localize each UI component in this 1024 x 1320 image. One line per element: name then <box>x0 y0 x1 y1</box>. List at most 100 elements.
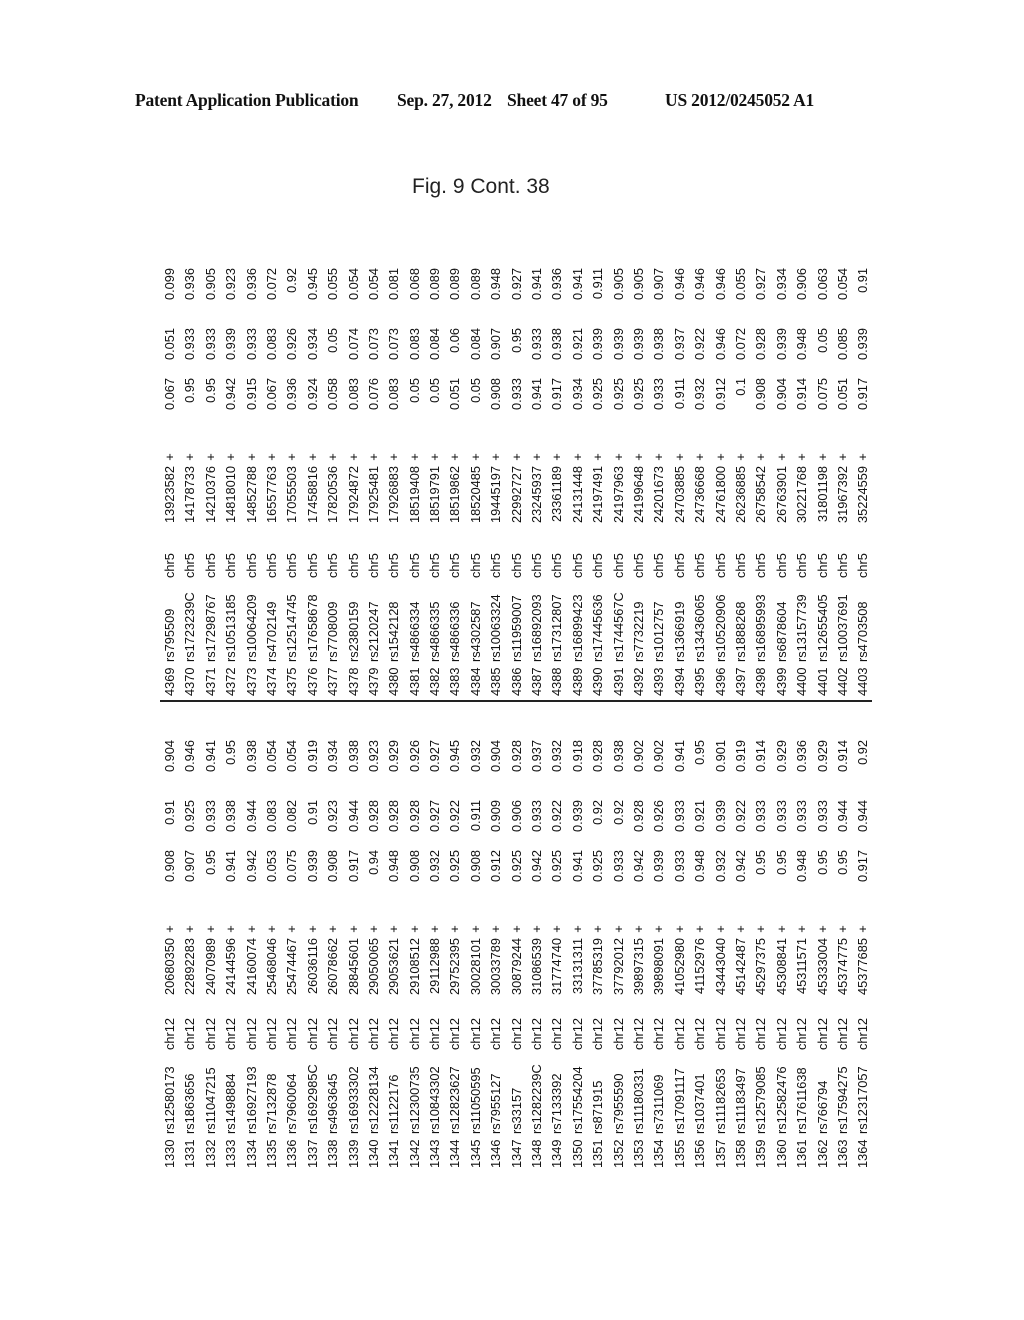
table-row: 4403 rs4703508 chr5 35224559 +0.917 0.939 0.91 <box>853 231 873 696</box>
value-1-cell: 0.933 <box>508 378 524 411</box>
strand-cell: + <box>834 453 850 461</box>
row-index-cell: 4395 <box>692 667 708 696</box>
value-3-cell: 0.099 <box>162 268 177 301</box>
strand-cell: + <box>569 925 585 933</box>
strand-cell: + <box>447 453 463 461</box>
strand-cell: + <box>651 453 667 461</box>
position-cell: 17820536 <box>325 466 341 523</box>
value-2-cell: 0.921 <box>569 328 585 361</box>
row-index-cell: 4393 <box>651 667 667 696</box>
table-row: 4390 rs17445636 chr5 24197491 +0.925 0.939 0.9… <box>588 231 608 696</box>
snp-id-cell: rs13436065 <box>692 594 708 662</box>
value-1-cell: 0.925 <box>590 378 606 411</box>
snp-id-cell: rs766794 <box>814 1080 830 1134</box>
table-row: 1341 rs1122176 chr12 29053621 +0.948 0.928 0.9… <box>384 703 404 1168</box>
chromosome-cell: chr12 <box>427 1017 443 1050</box>
strand-cell: + <box>345 925 361 933</box>
table-left-half: 1330 rs12580173 chr12 20680350 +0.908 0.91 0.9… <box>160 703 875 1168</box>
value-2-cell: 0.073 <box>365 328 381 361</box>
value-3-cell: 0.901 <box>712 740 728 773</box>
table-row: 4382 rs4866335 chr5 18519791 +0.05 0.084 0.089 <box>425 231 445 696</box>
snp-id-cell: rs1498884 <box>223 1073 239 1134</box>
position-cell: 20680350 <box>162 938 177 995</box>
strand-cell: + <box>773 453 789 461</box>
value-3-cell: 0.946 <box>712 268 728 301</box>
snp-id-cell: rs16927193 <box>243 1066 259 1134</box>
strand-cell: + <box>508 453 524 461</box>
chromosome-cell: chr12 <box>610 1017 626 1050</box>
table-row: 4381 rs4866334 chr5 18519408 +0.05 0.083 0.068 <box>405 231 425 696</box>
row-index-cell: 1332 <box>202 1139 218 1168</box>
value-2-cell: 0.91 <box>162 800 177 825</box>
value-1-cell: 0.908 <box>325 850 341 883</box>
snp-id-cell: rs795509 <box>162 608 177 662</box>
chromosome-cell: chr5 <box>488 553 504 578</box>
value-2-cell: 0.933 <box>202 328 218 361</box>
chromosome-cell: chr12 <box>671 1017 687 1050</box>
value-3-cell: 0.929 <box>386 740 402 773</box>
table-row: 4391 rs1744567C chr5 24197963 +0.925 0.939 0.9… <box>609 231 629 696</box>
snp-id-cell: rs4963645 <box>325 1073 341 1134</box>
position-cell: 24070989 <box>202 938 218 995</box>
table-row: 1354 rs7311069 chr12 39898091 +0.939 0.926 0.9… <box>649 703 669 1168</box>
value-3-cell: 0.946 <box>182 740 198 773</box>
table-row: 4389 rs16899423 chr5 24131448 +0.934 0.921 0.9… <box>568 231 588 696</box>
table-right-half: 4369 rs795509 chr5 13923582 +0.067 0.051 0.099… <box>160 231 875 696</box>
table-row: 4397 rs1888268 chr5 26236885 +0.1 0.072 0.055 <box>731 231 751 696</box>
value-3-cell: 0.063 <box>814 268 830 301</box>
position-cell: 26236885 <box>732 466 748 523</box>
value-1-cell: 0.917 <box>549 378 565 411</box>
value-3-cell: 0.934 <box>773 268 789 301</box>
value-1-cell: 0.075 <box>284 850 300 883</box>
table-row: 4395 rs13436065 chr5 24736668 +0.932 0.922 0.9… <box>690 231 710 696</box>
strand-cell: + <box>427 925 443 933</box>
value-2-cell: 0.926 <box>651 800 667 833</box>
snp-id-cell: rs1122176 <box>386 1074 402 1134</box>
row-index-cell: 1363 <box>834 1139 850 1168</box>
value-3-cell: 0.919 <box>732 740 748 773</box>
value-1-cell: 0.94 <box>365 850 381 875</box>
chromosome-cell: chr5 <box>671 553 687 578</box>
snp-id-cell: rs7960064 <box>284 1073 300 1134</box>
value-3-cell: 0.089 <box>467 268 483 301</box>
chromosome-cell: chr5 <box>263 553 279 578</box>
value-3-cell: 0.054 <box>284 740 300 773</box>
row-index-cell: 4399 <box>773 667 789 696</box>
value-3-cell: 0.906 <box>794 268 810 301</box>
position-cell: 14852788 <box>243 466 259 523</box>
row-index-cell: 4403 <box>855 667 871 696</box>
value-2-cell: 0.051 <box>162 328 177 361</box>
position-cell: 25474467 <box>284 938 300 995</box>
chromosome-cell: chr12 <box>794 1017 810 1050</box>
snp-id-cell: rs12823627 <box>447 1066 463 1134</box>
value-1-cell: 0.939 <box>304 850 320 883</box>
position-cell: 45377685 <box>855 938 871 995</box>
strand-cell: + <box>304 925 320 933</box>
chromosome-cell: chr5 <box>610 553 626 578</box>
snp-id-cell: rs12579085 <box>753 1066 769 1134</box>
value-2-cell: 0.933 <box>773 800 789 833</box>
strand-cell: + <box>508 925 524 933</box>
value-2-cell: 0.939 <box>590 328 606 361</box>
row-index-cell: 1352 <box>610 1139 626 1168</box>
value-1-cell: 0.939 <box>651 850 667 883</box>
position-cell: 24736668 <box>692 466 708 523</box>
table-row: 4375 rs12514745 chr5 17055503 +0.936 0.926 0.9… <box>282 231 302 696</box>
table-row: 1334 rs16927193 chr12 24160074 +0.942 0.944 0.… <box>242 703 262 1168</box>
value-3-cell: 0.055 <box>325 268 341 301</box>
table-row: 1357 rs11182653 chr12 43443040 +0.932 0.939 0.… <box>711 703 731 1168</box>
value-3-cell: 0.932 <box>549 740 565 773</box>
row-index-cell: 4387 <box>529 667 545 696</box>
value-3-cell: 0.904 <box>488 740 504 773</box>
value-1-cell: 0.05 <box>406 378 422 403</box>
row-index-cell: 1350 <box>569 1139 585 1168</box>
snp-id-cell: rs1542128 <box>386 601 402 662</box>
position-cell: 17925481 <box>365 466 381 523</box>
snp-id-cell: rs1692985C <box>304 1064 320 1134</box>
row-index-cell: 4370 <box>182 667 198 696</box>
value-3-cell: 0.905 <box>610 268 626 301</box>
snp-id-cell: rs10037691 <box>834 594 850 662</box>
row-index-cell: 4383 <box>447 667 463 696</box>
position-cell: 28845601 <box>345 938 361 995</box>
table-row: 4377 rs7708009 chr5 17820536 +0.058 0.05 0.055 <box>323 231 343 696</box>
